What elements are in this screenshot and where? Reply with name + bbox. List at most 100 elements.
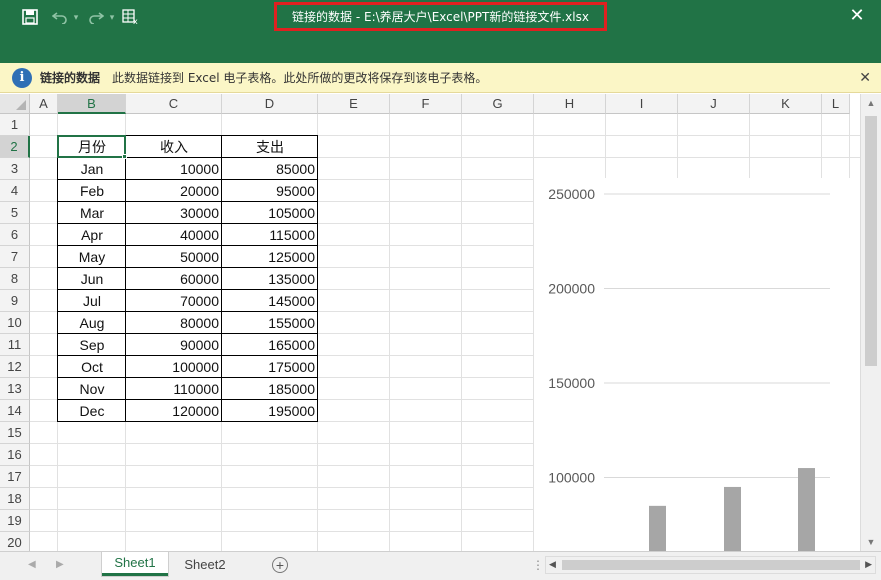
table-cell[interactable]: Nov xyxy=(58,378,126,400)
table-header-cell[interactable]: 支出 xyxy=(222,136,318,158)
table-cell[interactable]: 20000 xyxy=(126,180,222,202)
row-header-3[interactable]: 3 xyxy=(0,158,30,180)
table-cell[interactable]: 155000 xyxy=(222,312,318,334)
add-sheet-icon[interactable]: + xyxy=(272,557,288,573)
notice-close-icon[interactable]: ✕ xyxy=(859,69,871,86)
row-header-5[interactable]: 5 xyxy=(0,202,30,224)
row-header-20[interactable]: 20 xyxy=(0,532,30,551)
table-cell[interactable]: 165000 xyxy=(222,334,318,356)
table-cell[interactable]: 30000 xyxy=(126,202,222,224)
table-cell[interactable]: Aug xyxy=(58,312,126,334)
table-cell[interactable]: Oct xyxy=(58,356,126,378)
vertical-scrollbar[interactable]: ▲ ▼ xyxy=(860,94,881,551)
tab-split-handle[interactable]: ⋮ xyxy=(532,558,544,572)
table-cell[interactable]: 110000 xyxy=(126,378,222,400)
table-cell[interactable]: Jul xyxy=(58,290,126,312)
column-header-e[interactable]: E xyxy=(318,94,390,114)
scroll-left-icon[interactable]: ◀ xyxy=(549,559,556,570)
y-tick-label: 200000 xyxy=(548,281,595,297)
row-header-13[interactable]: 13 xyxy=(0,378,30,400)
table-cell[interactable]: Mar xyxy=(58,202,126,224)
tab-sheet1[interactable]: Sheet1 xyxy=(102,552,168,576)
chart-bar[interactable] xyxy=(649,505,666,551)
embedded-chart[interactable]: 250000 200000 150000 100000 xyxy=(534,178,860,551)
row-header-6[interactable]: 6 xyxy=(0,224,30,246)
table-cell[interactable]: 175000 xyxy=(222,356,318,378)
next-sheet-icon[interactable]: ▶ xyxy=(56,559,64,570)
column-header-b[interactable]: B xyxy=(58,94,126,114)
table-cell[interactable]: 85000 xyxy=(222,158,318,180)
horizontal-scroll-thumb[interactable] xyxy=(562,560,860,570)
table-cell[interactable]: 185000 xyxy=(222,378,318,400)
table-cell[interactable]: 40000 xyxy=(126,224,222,246)
row-header-15[interactable]: 15 xyxy=(0,422,30,444)
row-header-18[interactable]: 18 xyxy=(0,488,30,510)
row-header-19[interactable]: 19 xyxy=(0,510,30,532)
row-header-17[interactable]: 17 xyxy=(0,466,30,488)
column-header-g[interactable]: G xyxy=(462,94,534,114)
row-header-12[interactable]: 12 xyxy=(0,356,30,378)
row-header-2[interactable]: 2 xyxy=(0,136,30,158)
scroll-up-icon[interactable]: ▲ xyxy=(865,98,877,108)
row-header-4[interactable]: 4 xyxy=(0,180,30,202)
scroll-right-icon[interactable]: ▶ xyxy=(865,559,872,570)
table-cell[interactable]: 135000 xyxy=(222,268,318,290)
table-cell[interactable]: 120000 xyxy=(126,400,222,422)
row-header-10[interactable]: 10 xyxy=(0,312,30,334)
table-cell[interactable]: 95000 xyxy=(222,180,318,202)
table-cell[interactable]: 50000 xyxy=(126,246,222,268)
column-header-a[interactable]: A xyxy=(30,94,58,114)
table-cell[interactable]: 90000 xyxy=(126,334,222,356)
row-header-1[interactable]: 1 xyxy=(0,114,30,136)
table-header-cell[interactable]: 收入 xyxy=(126,136,222,158)
column-header-c[interactable]: C xyxy=(126,94,222,114)
tab-sheet2[interactable]: Sheet2 xyxy=(172,552,238,576)
row-header-16[interactable]: 16 xyxy=(0,444,30,466)
column-header-h[interactable]: H xyxy=(534,94,606,114)
table-cell[interactable]: Jan xyxy=(58,158,126,180)
table-cell[interactable]: 145000 xyxy=(222,290,318,312)
spreadsheet-icon[interactable]: x xyxy=(121,7,141,27)
undo-dropdown-icon[interactable]: ▾ xyxy=(66,7,86,27)
table-cell[interactable]: 80000 xyxy=(126,312,222,334)
prev-sheet-icon[interactable]: ◀ xyxy=(28,559,36,570)
horizontal-scrollbar[interactable]: ◀ ▶ xyxy=(545,556,876,574)
close-icon[interactable]: ✕ xyxy=(847,5,867,26)
table-cell[interactable]: May xyxy=(58,246,126,268)
column-header-f[interactable]: F xyxy=(390,94,462,114)
row-header-14[interactable]: 14 xyxy=(0,400,30,422)
column-header-d[interactable]: D xyxy=(222,94,318,114)
table-cell[interactable]: Apr xyxy=(58,224,126,246)
table-cell[interactable]: Jun xyxy=(58,268,126,290)
chart-bar[interactable] xyxy=(724,486,741,551)
column-header-j[interactable]: J xyxy=(678,94,750,114)
redo-dropdown-icon[interactable]: ▾ xyxy=(102,7,122,27)
table-cell[interactable]: 105000 xyxy=(222,202,318,224)
fill-handle[interactable] xyxy=(122,154,127,159)
active-cell-selection[interactable] xyxy=(57,135,126,158)
table-cell[interactable]: 70000 xyxy=(126,290,222,312)
table-border xyxy=(58,311,318,312)
scroll-down-icon[interactable]: ▼ xyxy=(865,537,877,547)
table-cell[interactable]: Sep xyxy=(58,334,126,356)
table-cell[interactable]: 10000 xyxy=(126,158,222,180)
table-cell[interactable]: Dec xyxy=(58,400,126,422)
table-cell[interactable]: 125000 xyxy=(222,246,318,268)
column-header-k[interactable]: K xyxy=(750,94,822,114)
table-cell[interactable]: 100000 xyxy=(126,356,222,378)
table-cell[interactable]: Feb xyxy=(58,180,126,202)
row-header-11[interactable]: 11 xyxy=(0,334,30,356)
row-header-7[interactable]: 7 xyxy=(0,246,30,268)
table-cell[interactable]: 115000 xyxy=(222,224,318,246)
svg-text:x: x xyxy=(133,17,138,25)
table-cell[interactable]: 60000 xyxy=(126,268,222,290)
save-icon[interactable] xyxy=(20,7,40,27)
row-header-9[interactable]: 9 xyxy=(0,290,30,312)
vertical-scroll-thumb[interactable] xyxy=(865,116,877,366)
table-cell[interactable]: 195000 xyxy=(222,400,318,422)
chart-bar[interactable] xyxy=(798,468,815,551)
column-header-i[interactable]: I xyxy=(606,94,678,114)
select-all-corner[interactable] xyxy=(0,94,30,114)
column-header-l[interactable]: L xyxy=(822,94,850,114)
row-header-8[interactable]: 8 xyxy=(0,268,30,290)
